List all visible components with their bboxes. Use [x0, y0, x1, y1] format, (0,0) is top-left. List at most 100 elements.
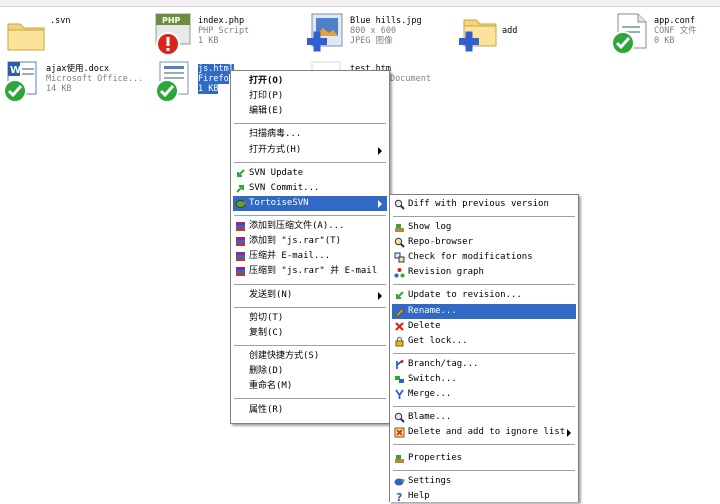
menu-separator [393, 444, 575, 445]
file-size: 1 KB [198, 36, 219, 46]
check-modifications-icon [394, 252, 405, 263]
svn-commit-icon [236, 185, 244, 193]
menu-compress-email[interactable]: 压缩并 E-mail... [233, 249, 387, 264]
folder-added-icon [459, 19, 497, 52]
menu-separator [393, 470, 575, 471]
image-added-icon [307, 13, 343, 52]
menu-separator [234, 398, 386, 399]
switch-icon [395, 376, 404, 383]
file-app-conf[interactable]: app.conf CONF 文件 0 KB [608, 12, 720, 62]
file-ajax-docx[interactable]: W ajax使用.docx Microsoft Office... 14 KB [0, 60, 150, 110]
svn-check-mods[interactable]: Check for modifications [392, 250, 576, 265]
menu-compress-jsrar-email[interactable]: 压缩到 "js.rar" 并 E-mail [233, 264, 387, 279]
svn-update-to-revision[interactable]: Update to revision... [392, 288, 576, 303]
submenu-arrow-icon [378, 292, 382, 300]
svn-blame[interactable]: Blame... [392, 410, 576, 425]
lock-icon [395, 337, 404, 347]
tortoise-icon [235, 200, 246, 208]
word-normal-icon: W [3, 61, 37, 103]
magnifier-icon [394, 199, 405, 210]
toolbar-edge [0, 0, 720, 7]
file-type: CONF 文件 [654, 26, 697, 36]
file-name: index.php [198, 16, 245, 26]
menu-rename[interactable]: 重命名(M) [233, 379, 387, 394]
winrar-icon [236, 222, 245, 231]
file-index-php[interactable]: PHP index.php PHP Script 1 KB [152, 12, 302, 62]
context-menu: 打开(O) 打印(P) 编辑(E) 扫描病毒... 打开方式(H) SVN Up… [230, 70, 390, 424]
menu-scan[interactable]: 扫描病毒... [233, 127, 387, 142]
menu-create-shortcut[interactable]: 创建快捷方式(S) [233, 349, 387, 364]
svn-update-icon [237, 169, 245, 177]
file-name: js.html [198, 64, 234, 74]
menu-svn-commit[interactable]: SVN Commit... [233, 181, 387, 196]
file-dims: 800 x 600 [350, 26, 397, 36]
html-normal-icon [155, 61, 189, 103]
file-size: 14 KB [46, 84, 72, 94]
menu-svn-update[interactable]: SVN Update [233, 166, 387, 181]
file-blue-hills[interactable]: Blue hills.jpg 800 x 600 JPEG 图像 [304, 12, 454, 62]
svn-branch-tag[interactable]: Branch/tag... [392, 357, 576, 372]
menu-add-archive[interactable]: 添加到压缩文件(A)... [233, 219, 387, 234]
menu-separator [234, 307, 386, 308]
help-icon: ? [396, 491, 402, 502]
file-type: PHP Script [198, 26, 250, 36]
submenu-arrow-icon [567, 429, 571, 437]
menu-tortoisesvn[interactable]: TortoiseSVN [233, 196, 387, 211]
tortoisesvn-submenu: Diff with previous version Show log Repo… [389, 194, 579, 502]
menu-copy[interactable]: 复制(C) [233, 326, 387, 341]
svg-text:PHP: PHP [162, 16, 181, 25]
merge-icon [395, 389, 404, 399]
svn-switch[interactable]: Switch... [392, 372, 576, 387]
php-conflict-icon: PHP [155, 13, 191, 56]
branch-icon [396, 360, 404, 369]
file-size: 1 KB [198, 84, 219, 94]
svn-revision-graph[interactable]: Revision graph [392, 265, 576, 280]
menu-open-with[interactable]: 打开方式(H) [233, 143, 387, 158]
log-icon [395, 224, 404, 232]
menu-send-to[interactable]: 发送到(N) [233, 288, 387, 303]
svn-repo-browser[interactable]: Repo-browser [392, 235, 576, 250]
menu-separator [234, 345, 386, 346]
menu-separator [393, 406, 575, 407]
delete-x-icon [395, 322, 404, 331]
winrar-icon [236, 267, 245, 276]
menu-cut[interactable]: 剪切(T) [233, 311, 387, 326]
menu-separator [234, 123, 386, 124]
svn-get-lock[interactable]: Get lock... [392, 334, 576, 349]
svn-diff[interactable]: Diff with previous version [392, 197, 576, 212]
svn-delete[interactable]: Delete [392, 319, 576, 334]
file-name: Blue hills.jpg [350, 16, 422, 26]
svn-show-log[interactable]: Show log [392, 220, 576, 235]
menu-delete[interactable]: 删除(D) [233, 364, 387, 379]
file-type: Microsoft Office... [46, 74, 144, 84]
menu-add-jsrar[interactable]: 添加到 "js.rar"(T) [233, 234, 387, 249]
folder-icon [7, 23, 45, 51]
svn-settings[interactable]: Settings [392, 474, 576, 489]
pencil-icon [395, 308, 405, 317]
menu-edit[interactable]: 编辑(E) [233, 104, 387, 119]
file-svn-folder[interactable]: .svn [4, 12, 154, 62]
menu-properties[interactable]: 属性(R) [233, 403, 387, 418]
revision-graph-icon [394, 268, 405, 278]
svn-merge[interactable]: Merge... [392, 387, 576, 402]
file-type: JPEG 图像 [350, 36, 393, 46]
file-name: ajax使用.docx [46, 64, 110, 74]
file-type: Firefo [198, 74, 229, 84]
winrar-icon [236, 252, 245, 261]
file-name: .svn [50, 16, 71, 26]
menu-separator [393, 353, 575, 354]
menu-open[interactable]: 打开(O) [233, 74, 387, 89]
menu-separator [393, 216, 575, 217]
svn-delete-ignore[interactable]: Delete and add to ignore list [392, 425, 576, 440]
svn-properties[interactable]: Properties [392, 451, 576, 466]
repo-browser-icon [394, 237, 405, 248]
settings-icon [394, 478, 405, 486]
menu-separator [393, 284, 575, 285]
menu-print[interactable]: 打印(P) [233, 89, 387, 104]
properties-icon [395, 455, 404, 463]
file-name: add [502, 26, 518, 36]
menu-separator [234, 284, 386, 285]
svn-rename[interactable]: Rename... [392, 304, 576, 319]
file-name: app.conf [654, 16, 695, 26]
file-add-folder[interactable]: add [456, 12, 606, 62]
